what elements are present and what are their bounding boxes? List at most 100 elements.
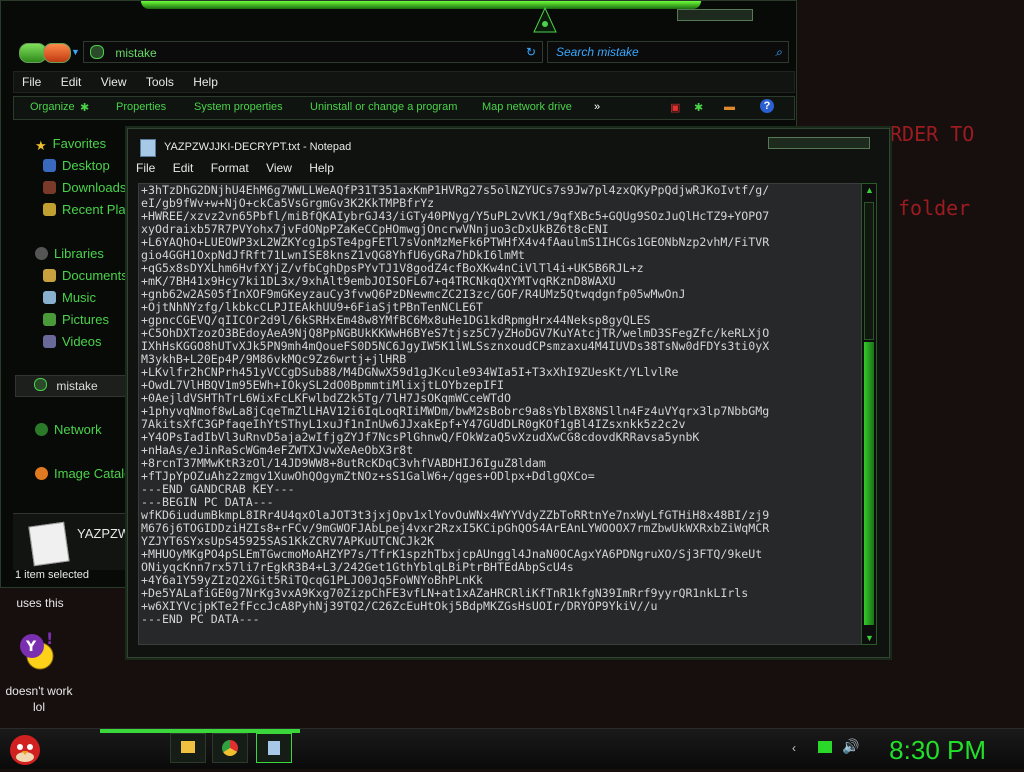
menu-edit[interactable]: Edit (61, 75, 82, 89)
sidebar-item-music[interactable]: Music (43, 290, 96, 305)
menu-help[interactable]: Help (193, 75, 218, 89)
taskbar-notepad-button[interactable] (256, 733, 292, 763)
desktop-icon (43, 159, 56, 172)
svg-text:!: ! (46, 632, 53, 648)
menu-view[interactable]: View (101, 75, 127, 89)
search-box[interactable]: Search mistake ⌕ (547, 41, 789, 63)
sidebar-music-label: Music (62, 290, 96, 305)
documents-icon (43, 269, 56, 282)
menu-file[interactable]: File (22, 75, 41, 89)
search-placeholder: Search mistake (556, 45, 639, 59)
notepad-window-controls[interactable] (768, 137, 870, 149)
sidebar-item-image-catalog[interactable]: Image Catalo (35, 466, 131, 481)
properties-button[interactable]: Properties (116, 101, 166, 113)
desktop-text-folder: folder (898, 196, 971, 220)
sidebar-desktop-label: Desktop (62, 158, 110, 173)
explorer-menu-bar: File Edit View Tools Help (13, 71, 795, 93)
notepad-text-area[interactable]: +3hTzDhG2DNjhU4EhM6g7WWLLWeAQfP31T351axK… (138, 183, 865, 645)
map-network-drive-button[interactable]: Map network drive (482, 101, 572, 113)
sidebar-item-mistake[interactable]: mistake (15, 375, 131, 397)
notepad-menu-edit[interactable]: Edit (173, 161, 194, 175)
volume-icon[interactable]: 🔊 (842, 738, 859, 755)
music-icon (43, 291, 56, 304)
yahoo-messenger-icon[interactable]: Y ! (18, 629, 58, 672)
explorer-taskbar-icon (181, 741, 195, 753)
refresh-icon[interactable]: ↻ (526, 42, 536, 62)
notepad-taskbar-icon (268, 741, 280, 755)
notepad-menu-view[interactable]: View (266, 161, 292, 175)
address-text: mistake (115, 46, 157, 60)
uninstall-program-button[interactable]: Uninstall or change a program (310, 101, 457, 113)
details-pane-icon[interactable]: ▬ (724, 101, 735, 113)
sidebar-item-pictures[interactable]: Pictures (43, 312, 109, 327)
sidebar-item-network[interactable]: Network (35, 422, 102, 437)
sidebar-favorites-label: Favorites (52, 136, 107, 151)
sidebar-documents-label: Documents (62, 268, 128, 283)
sidebar-item-desktop[interactable]: Desktop (43, 158, 110, 173)
menu-tools[interactable]: Tools (146, 75, 174, 89)
network-tray-icon[interactable] (818, 741, 832, 753)
help-icon[interactable]: ? (760, 99, 774, 113)
sidebar-mistake-label: mistake (56, 379, 98, 393)
downloads-icon (43, 181, 56, 194)
recent-pages-dropdown-icon[interactable]: ▼ (71, 47, 80, 57)
notepad-window: YAZPZWJJKI-DECRYPT.txt - Notepad File Ed… (127, 128, 890, 658)
videos-icon (43, 335, 56, 348)
sidebar-network-label: Network (54, 422, 102, 437)
more-commands-button[interactable]: » (594, 101, 600, 113)
details-file-name: YAZPZW (77, 526, 131, 541)
notepad-icon (140, 139, 156, 157)
notepad-scrollbar[interactable]: ▲ ▼ (861, 183, 877, 645)
notepad-menu-bar: File Edit Format View Help (136, 161, 348, 175)
scroll-up-icon[interactable]: ▲ (865, 185, 874, 195)
folder-icon (90, 45, 104, 59)
sidebar-image-catalog-label: Image Catalo (54, 466, 132, 481)
scrollbar-upper-track[interactable] (864, 202, 874, 340)
file-icon (28, 521, 70, 567)
network-icon (35, 423, 48, 436)
notepad-text-line: ---END PC DATA--- (141, 612, 260, 626)
forward-button[interactable] (43, 43, 71, 63)
sidebar-item-videos[interactable]: Videos (43, 334, 102, 349)
window-controls[interactable] (677, 9, 753, 21)
sidebar-videos-label: Videos (62, 334, 102, 349)
command-bar: Organize ✱ Properties System properties … (13, 96, 795, 120)
status-text: 1 item selected (15, 569, 89, 581)
libraries-icon (35, 247, 48, 260)
view-options-icon[interactable]: ✱ (694, 101, 703, 114)
status-bar: 1 item selected (13, 569, 133, 581)
notepad-menu-file[interactable]: File (136, 161, 155, 175)
pictures-icon (43, 313, 56, 326)
svg-text:Y: Y (25, 639, 37, 655)
star-icon: ★ (35, 138, 47, 153)
system-properties-button[interactable]: System properties (194, 101, 283, 113)
address-bar[interactable]: mistake ↻ (83, 41, 543, 63)
yahoo-caption-line1: doesn't work (5, 684, 73, 698)
sidebar-item-favorites[interactable]: ★ Favorites (35, 136, 107, 153)
recent-places-icon (43, 203, 56, 216)
organize-button[interactable]: Organize (30, 101, 75, 113)
sidebar-pictures-label: Pictures (62, 312, 109, 327)
mistake-folder-icon (34, 378, 47, 391)
sidebar-item-recent-places[interactable]: Recent Pla (43, 202, 126, 217)
notepad-menu-help[interactable]: Help (309, 161, 334, 175)
scroll-down-icon[interactable]: ▼ (865, 633, 874, 643)
sidebar-libraries-label: Libraries (54, 246, 104, 261)
notepad-title: YAZPZWJJKI-DECRYPT.txt - Notepad (164, 141, 352, 153)
notepad-menu-format[interactable]: Format (211, 161, 249, 175)
scrollbar-thumb[interactable] (864, 342, 874, 625)
sidebar-item-downloads[interactable]: Downloads (43, 180, 126, 195)
start-button-angry-bird-icon[interactable] (6, 729, 44, 767)
window-top-glow (141, 1, 701, 9)
preview-pane-icon[interactable]: ▣ (670, 101, 680, 114)
show-hidden-icons[interactable]: ‹ (792, 741, 796, 755)
taskbar-explorer-button[interactable] (170, 733, 206, 763)
sidebar-item-documents[interactable]: Documents (43, 268, 128, 283)
taskbar-chrome-button[interactable] (212, 733, 248, 763)
sidebar-item-libraries[interactable]: Libraries (35, 246, 104, 261)
image-catalog-icon (35, 467, 48, 480)
search-icon[interactable]: ⌕ (775, 42, 782, 62)
taskbar-clock[interactable]: 8:30 PM (889, 735, 986, 766)
sidebar-recent-label: Recent Pla (62, 202, 126, 217)
navigation-pane: ★ Favorites Desktop Downloads Recent Pla … (1, 121, 131, 581)
